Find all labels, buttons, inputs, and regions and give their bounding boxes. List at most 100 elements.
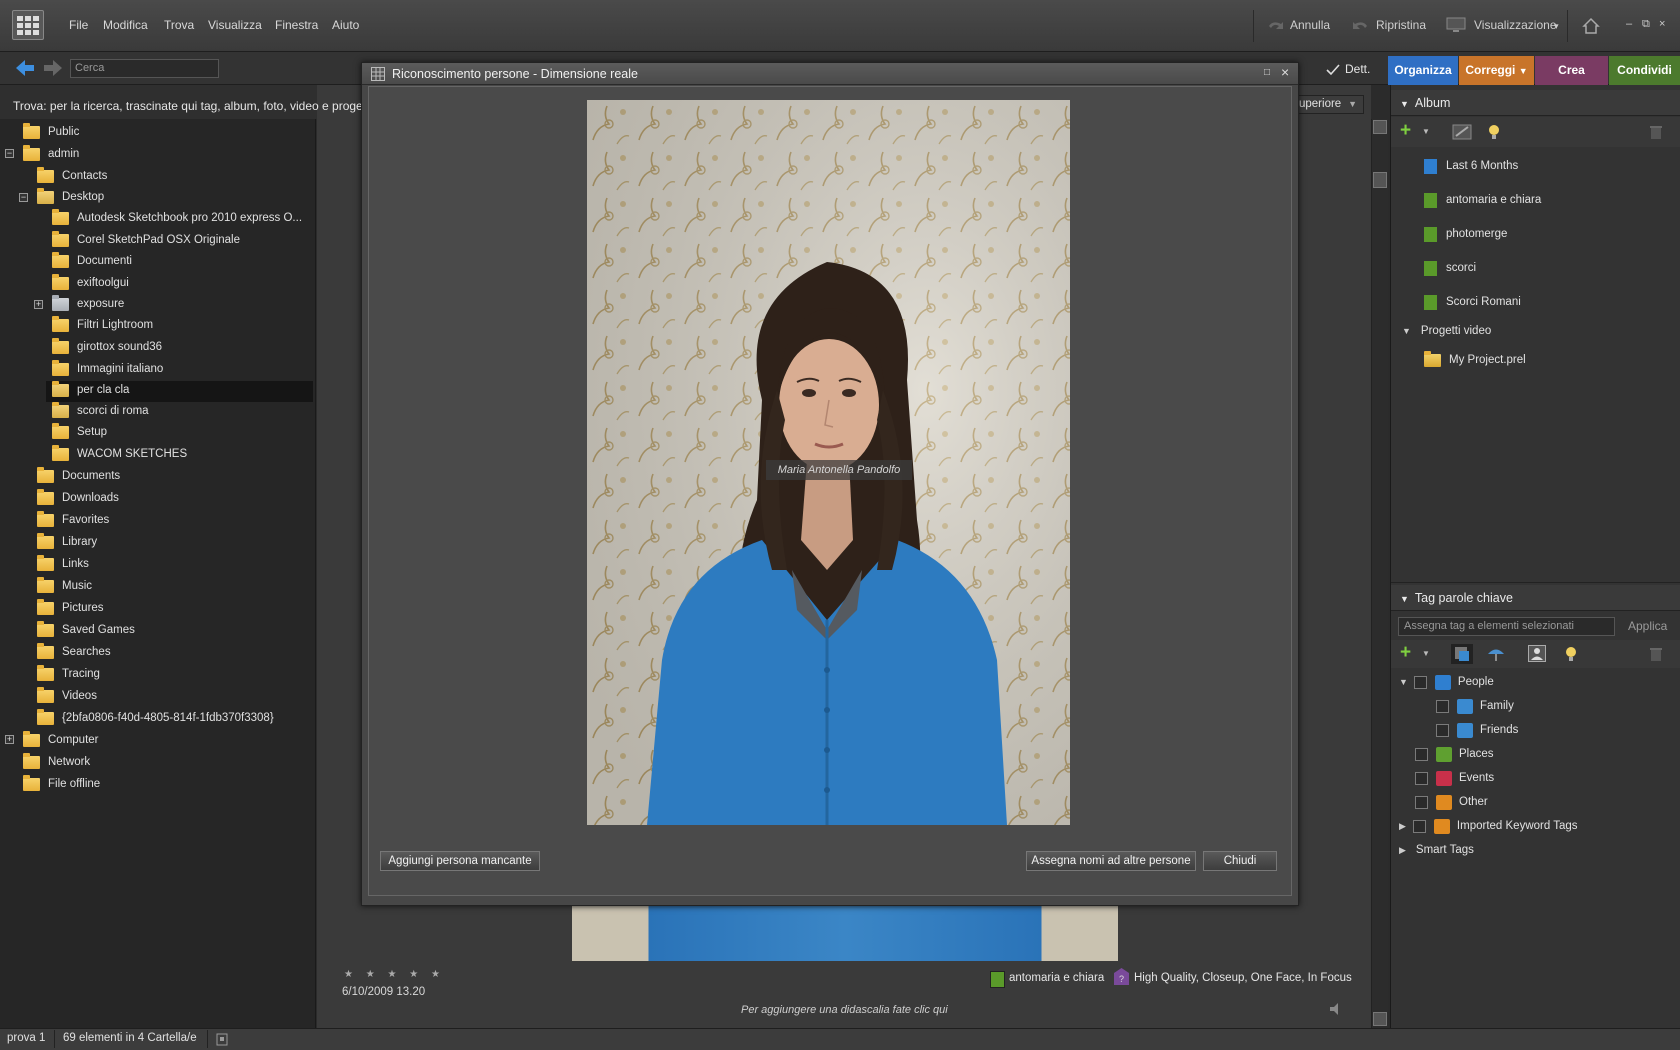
tree-item-corel[interactable]: Corel SketchPad OSX Originale (52, 230, 240, 250)
tree-item-per-cla-cla[interactable]: per cla cla (52, 380, 129, 400)
keyword-people[interactable]: ▼ People (1399, 672, 1494, 692)
close-window-icon[interactable]: × (1659, 18, 1665, 30)
assign-tag-input[interactable]: Assegna tag a elementi selezionati (1398, 617, 1615, 636)
tab-organize[interactable]: Organizza (1388, 56, 1458, 85)
collapse-triangle-icon[interactable]: ▼ (1399, 677, 1408, 687)
view-menu-button[interactable]: Visualizzazione (1474, 18, 1557, 32)
tree-item-desktop[interactable]: Desktop (37, 187, 104, 207)
rating-stars[interactable]: ★ ★ ★ ★ ★ (344, 969, 445, 980)
undo-button[interactable]: Annulla (1290, 18, 1330, 32)
chevron-down-icon[interactable]: ▼ (1422, 649, 1430, 658)
tree-item-videos[interactable]: Videos (37, 686, 97, 706)
menu-trova[interactable]: Trova (164, 18, 194, 32)
album-item-photomerge[interactable]: photomerge (1423, 223, 1507, 245)
media-scrollbar[interactable] (1371, 119, 1388, 1028)
monitor-icon[interactable] (1446, 17, 1466, 33)
tree-item-network[interactable]: Network (23, 752, 90, 772)
chevron-down-icon[interactable]: ▼ (1422, 127, 1430, 136)
keyword-checkbox[interactable] (1415, 771, 1428, 785)
tab-create[interactable]: Crea (1535, 56, 1608, 85)
lightbulb-icon[interactable] (1564, 646, 1578, 662)
scroll-up-icon[interactable] (1373, 120, 1387, 134)
face-name-label[interactable]: Maria Antonella Pandolfo (766, 460, 912, 480)
menu-file[interactable]: File (69, 18, 88, 32)
tree-item-autodesk[interactable]: Autodesk Sketchbook pro 2010 express O..… (52, 208, 302, 228)
catalog-name[interactable]: prova 1 (7, 1032, 45, 1044)
tag-view-icon[interactable] (1451, 644, 1473, 664)
photo-thumbnail[interactable] (572, 906, 1118, 961)
tree-item-searches[interactable]: Searches (37, 642, 111, 662)
album-item-scorci-romani[interactable]: Scorci Romani (1423, 291, 1521, 313)
apply-button[interactable]: Applica (1628, 619, 1667, 633)
tree-item-tracing[interactable]: Tracing (37, 664, 100, 684)
collapse-icon[interactable]: − (5, 149, 14, 158)
tree-item-documenti[interactable]: Documenti (52, 251, 132, 271)
tree-item-girottox[interactable]: girottox sound36 (52, 337, 162, 357)
tree-item-favorites[interactable]: Favorites (37, 510, 109, 530)
caption-hint[interactable]: Per aggiungere una didascalia fate clic … (741, 1004, 948, 1016)
video-projects-group[interactable]: ▼ Progetti video (1402, 320, 1491, 342)
close-dialog-button[interactable]: Chiudi (1203, 851, 1277, 871)
menu-visualizza[interactable]: Visualizza (208, 18, 262, 32)
person-tag-icon[interactable] (1528, 645, 1546, 662)
tree-item-computer[interactable]: Computer (23, 730, 99, 750)
add-missing-person-button[interactable]: Aggiungi persona mancante (380, 851, 540, 871)
tree-item-wacom[interactable]: WACOM SKETCHES (52, 444, 187, 464)
add-icon[interactable]: + (1400, 120, 1411, 142)
keyword-other[interactable]: Other (1415, 792, 1488, 812)
keyword-checkbox[interactable] (1436, 723, 1449, 737)
keyword-checkbox[interactable] (1415, 795, 1428, 809)
name-other-people-button[interactable]: Assegna nomi ad altre persone (1026, 851, 1196, 871)
keyword-events[interactable]: Events (1415, 768, 1494, 788)
keyword-checkbox[interactable] (1436, 699, 1449, 713)
app-grid-icon[interactable] (12, 10, 44, 40)
expand-icon[interactable]: + (34, 300, 43, 309)
search-input[interactable]: Cerca (70, 59, 219, 78)
tree-item-scorci-di-roma[interactable]: scorci di roma (52, 401, 149, 421)
keyword-checkbox[interactable] (1413, 675, 1427, 689)
redo-button[interactable]: Ripristina (1376, 18, 1426, 32)
umbrella-icon[interactable] (1486, 645, 1506, 663)
close-icon[interactable]: × (1281, 64, 1289, 80)
tree-item-downloads[interactable]: Downloads (37, 488, 119, 508)
album-item-antomaria[interactable]: antomaria e chiara (1423, 189, 1541, 211)
tree-item-contacts[interactable]: Contacts (37, 166, 107, 186)
undo-icon[interactable] (1267, 18, 1285, 32)
keyword-imported[interactable]: ▶ Imported Keyword Tags (1399, 816, 1578, 836)
album-item-last-6-months[interactable]: Last 6 Months (1423, 155, 1518, 177)
tree-item-file-offline[interactable]: File offline (23, 774, 100, 794)
album-item-scorci[interactable]: scorci (1423, 257, 1476, 279)
dialog-titlebar[interactable]: Riconoscimento persone - Dimensione real… (362, 63, 1298, 85)
smart-tags-label[interactable]: High Quality, Closeup, One Face, In Focu… (1134, 972, 1352, 984)
menu-modifica[interactable]: Modifica (103, 18, 148, 32)
add-icon[interactable]: + (1400, 642, 1411, 664)
scroll-thumb[interactable] (1373, 172, 1387, 188)
trash-icon[interactable] (1649, 646, 1663, 662)
tree-item-exiftoolgui[interactable]: exiftoolgui (52, 273, 129, 293)
keyword-header[interactable]: ▼ Tag parole chiave (1394, 585, 1513, 611)
edit-album-icon[interactable] (1452, 124, 1472, 140)
keyword-checkbox[interactable] (1415, 747, 1428, 761)
video-project-item[interactable]: My Project.prel (1424, 349, 1526, 371)
redo-icon[interactable] (1351, 18, 1369, 32)
tree-item-saved-games[interactable]: Saved Games (37, 620, 135, 640)
forward-arrow-icon[interactable] (42, 58, 64, 78)
restore-icon[interactable]: ⧉ (1642, 18, 1650, 31)
tree-item-documents[interactable]: Documents (37, 466, 120, 486)
tree-item-filtri-lightroom[interactable]: Filtri Lightroom (52, 315, 153, 335)
menu-finestra[interactable]: Finestra (275, 18, 318, 32)
tree-item-admin[interactable]: admin (23, 144, 79, 164)
expand-triangle-icon[interactable]: ▶ (1399, 821, 1406, 832)
menu-aiuto[interactable]: Aiuto (332, 18, 359, 32)
sort-select[interactable]: uperiore ▼ (1290, 95, 1364, 114)
album-tag-label[interactable]: antomaria e chiara (1009, 972, 1104, 984)
back-arrow-icon[interactable] (14, 58, 36, 78)
tree-item-setup[interactable]: Setup (52, 422, 107, 442)
details-toggle[interactable]: Dett. (1345, 62, 1370, 76)
keyword-smart-tags[interactable]: ▶ Smart Tags (1399, 840, 1474, 860)
backup-status-icon[interactable] (214, 1032, 230, 1046)
maximize-icon[interactable]: □ (1264, 67, 1270, 78)
keyword-family[interactable]: Family (1436, 696, 1514, 716)
minimize-icon[interactable]: – (1626, 18, 1632, 30)
tree-item-library[interactable]: Library (37, 532, 97, 552)
